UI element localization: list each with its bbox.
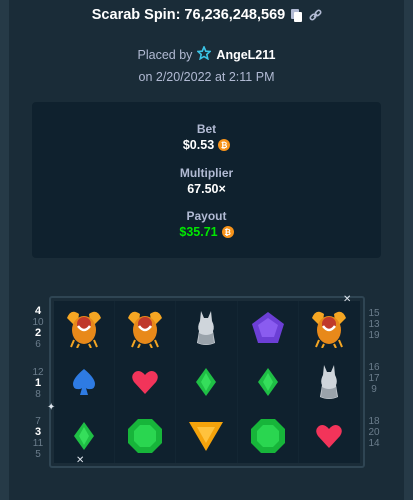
triangle-gem-icon [188, 420, 224, 452]
bet-title: Scarab Spin: 76,236,248,569 [91, 7, 286, 23]
reel-cell [238, 355, 299, 409]
payline-number: 14 [368, 438, 380, 449]
bet-title-row: Scarab Spin: 76,236,248,569 [0, 7, 413, 23]
bitcoin-icon: ₿ [218, 139, 231, 151]
bet-stat: Bet $0.53 ₿ [32, 122, 381, 154]
reel-cell [54, 355, 116, 409]
payline-number: 4 [34, 305, 42, 317]
heart-icon [131, 369, 159, 395]
scarab-icon [65, 308, 103, 348]
payline-numbers-right-row2: 16 17 9 [367, 362, 381, 395]
payout-stat: Payout $35.71 ₿ [32, 209, 381, 241]
pentagon-gem-icon [251, 311, 285, 345]
cat-icon [316, 363, 342, 401]
payline-number: 5 [35, 449, 41, 460]
payline-numbers-left-row3: 7 3 11 5 [31, 416, 45, 460]
payline-number: 15 [368, 308, 380, 319]
sparkle-icon: ✦ [47, 402, 56, 413]
multiplier-label: Multiplier [179, 166, 234, 180]
multiplier-value: 67.50× [187, 182, 226, 196]
reel-cell [299, 301, 360, 355]
link-icon[interactable] [309, 8, 322, 22]
reel-cell [238, 409, 299, 463]
sparkle-icon: ✕ [76, 455, 85, 466]
reel-cell [176, 409, 238, 463]
payline-number: 11 [32, 438, 44, 449]
reel-cell [299, 355, 360, 409]
payline-number: 8 [35, 389, 41, 400]
multiplier-stat: Multiplier 67.50× [32, 166, 381, 198]
payline-number: 6 [35, 339, 41, 350]
payline-number: 16 [368, 362, 380, 373]
payline-number: 3 [34, 426, 42, 438]
reel-cell [176, 301, 238, 355]
reel-cell [54, 301, 116, 355]
cat-icon [193, 309, 219, 347]
reel-cell [115, 355, 177, 409]
reel-cell [299, 409, 360, 463]
payline-number: 2 [34, 327, 42, 339]
bet-stats-panel: Bet $0.53 ₿ Multiplier 67.50× Payout $35… [32, 102, 381, 258]
payline-number: 17 [368, 373, 380, 384]
payout-label: Payout [186, 209, 227, 223]
diamond-green-icon [195, 367, 217, 397]
payout-value: $35.71 [179, 225, 218, 239]
payline-number: 18 [368, 416, 380, 427]
payline-numbers-left-row2: 12 1 8 [31, 367, 45, 400]
sparkle-icon: ✕ [343, 294, 352, 305]
placed-by-row: Placed by AngeL211 [0, 44, 413, 63]
bet-label: Bet [196, 122, 217, 136]
payout-value-row: $35.71 ₿ [179, 225, 234, 239]
copy-icon[interactable] [291, 8, 303, 22]
payline-numbers-left-row1: 4 10 2 6 [31, 305, 45, 351]
emerald-icon [250, 418, 286, 454]
bitcoin-icon: ₿ [221, 226, 234, 238]
reel-cell [115, 409, 177, 463]
spade-icon [71, 368, 97, 396]
placed-by-label: Placed by [137, 47, 193, 62]
reel-cell [115, 301, 177, 355]
heart-icon [315, 423, 343, 449]
bet-value-row: $0.53 ₿ [182, 138, 231, 152]
reel-cell [238, 301, 299, 355]
payline-number: 9 [371, 384, 377, 395]
payline-number: 20 [368, 427, 380, 438]
reels-frame [49, 296, 365, 468]
star-badge-icon [196, 44, 213, 63]
payline-numbers-right-row3: 18 20 14 [367, 416, 381, 449]
payline-number: 13 [368, 319, 380, 330]
reel-cell [54, 409, 116, 463]
bet-value: $0.53 [182, 138, 215, 152]
payline-number: 19 [368, 330, 380, 341]
payline-numbers-right-row1: 15 13 19 [367, 308, 381, 341]
scarab-icon [126, 308, 164, 348]
reel-cell [176, 355, 238, 409]
payline-number: 1 [34, 377, 42, 389]
diamond-green-icon [257, 367, 279, 397]
username-link[interactable]: AngeL211 [216, 48, 275, 62]
diamond-green-icon [73, 421, 95, 451]
reels-grid [54, 301, 360, 463]
emerald-icon [127, 418, 163, 454]
placed-date: on 2/20/2022 at 2:11 PM [138, 70, 275, 84]
scarab-icon [310, 308, 348, 348]
